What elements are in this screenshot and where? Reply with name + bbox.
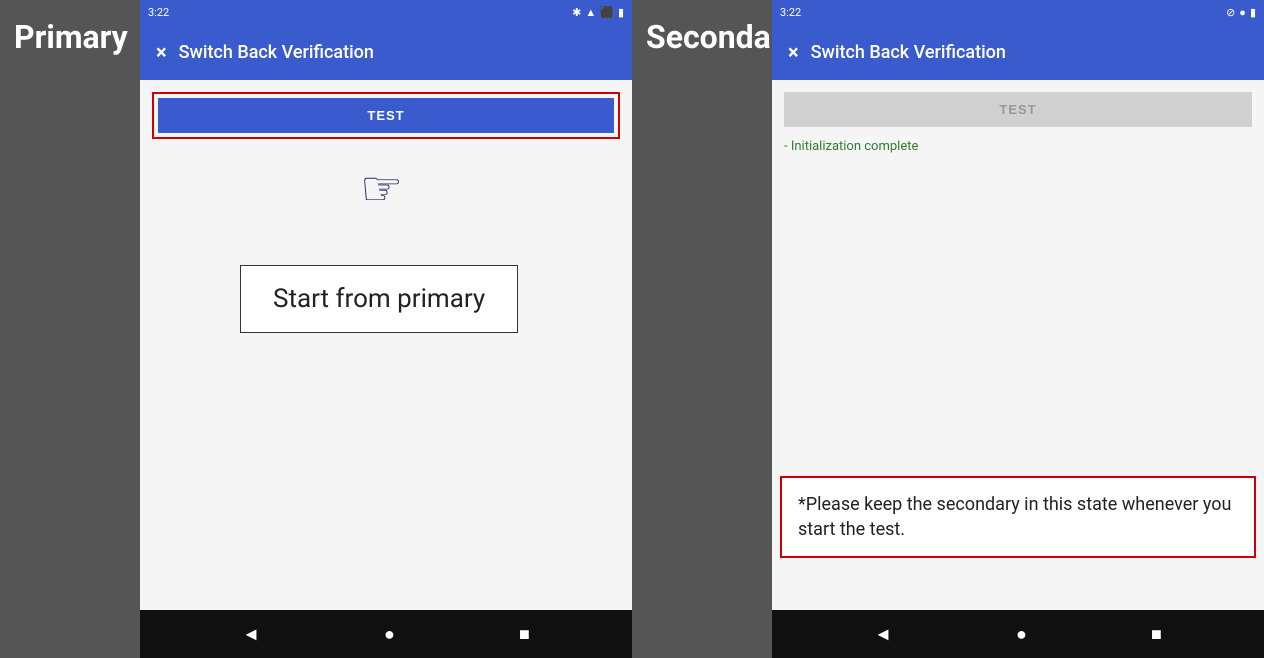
primary-nav-home-button[interactable]: ●: [376, 620, 403, 649]
secondary-status-icons: ⊘ ● ▮: [1226, 6, 1256, 19]
secondary-wifi-icon: ●: [1239, 6, 1246, 19]
primary-label: Primary: [0, 0, 140, 658]
secondary-note-text: *Please keep the secondary in this state…: [798, 494, 1231, 540]
primary-app-title: Switch Back Verification: [179, 42, 374, 63]
initialization-status: - Initialization complete: [784, 135, 1252, 158]
primary-wifi-icon: ▲: [585, 6, 596, 19]
primary-bluetooth-icon: ✱: [572, 6, 581, 19]
primary-signal-icon: ⬛: [600, 6, 614, 19]
secondary-test-button[interactable]: TEST: [784, 92, 1252, 127]
secondary-signal1-icon: ⊘: [1226, 6, 1235, 19]
primary-panel: Primary 3:22 ✱ ▲ ⬛ ▮ × Switch Back Verif…: [0, 0, 632, 658]
primary-test-button-wrapper: TEST: [152, 92, 620, 139]
secondary-app-bar: × Switch Back Verification: [772, 24, 1264, 80]
secondary-label: Secondary: [632, 0, 772, 658]
secondary-nav-recents-button[interactable]: ■: [1143, 620, 1170, 649]
secondary-content: TEST - Initialization complete *Please k…: [772, 80, 1264, 610]
primary-close-icon[interactable]: ×: [156, 40, 167, 64]
primary-status-icons: ✱ ▲ ⬛ ▮: [572, 6, 624, 19]
secondary-note-box: *Please keep the secondary in this state…: [780, 476, 1256, 558]
secondary-panel: Secondary 3:22 ⊘ ● ▮ × Switch Back Verif…: [632, 0, 1264, 658]
primary-status-bar: 3:22 ✱ ▲ ⬛ ▮: [140, 0, 632, 24]
primary-status-time: 3:22: [148, 6, 169, 19]
secondary-status-time: 3:22: [780, 6, 801, 19]
primary-nav-back-button[interactable]: ◄: [234, 620, 268, 649]
primary-battery-icon: ▮: [618, 6, 624, 19]
primary-phone-frame: 3:22 ✱ ▲ ⬛ ▮ × Switch Back Verification …: [140, 0, 632, 658]
secondary-close-icon[interactable]: ×: [788, 40, 799, 64]
primary-test-button[interactable]: TEST: [158, 98, 614, 133]
cursor-hand-icon: ☞: [360, 160, 403, 217]
secondary-nav-home-button[interactable]: ●: [1008, 620, 1035, 649]
secondary-app-title: Switch Back Verification: [811, 42, 1006, 63]
primary-content: TEST ☞ Start from primary: [140, 80, 632, 610]
primary-nav-bar: ◄ ● ■: [140, 610, 632, 658]
primary-app-bar: × Switch Back Verification: [140, 24, 632, 80]
secondary-phone-frame: 3:22 ⊘ ● ▮ × Switch Back Verification TE…: [772, 0, 1264, 658]
secondary-battery-icon: ▮: [1250, 6, 1256, 19]
secondary-nav-bar: ◄ ● ■: [772, 610, 1264, 658]
secondary-nav-back-button[interactable]: ◄: [866, 620, 900, 649]
start-from-primary-box: Start from primary: [240, 265, 518, 333]
secondary-status-bar: 3:22 ⊘ ● ▮: [772, 0, 1264, 24]
primary-nav-recents-button[interactable]: ■: [511, 620, 538, 649]
